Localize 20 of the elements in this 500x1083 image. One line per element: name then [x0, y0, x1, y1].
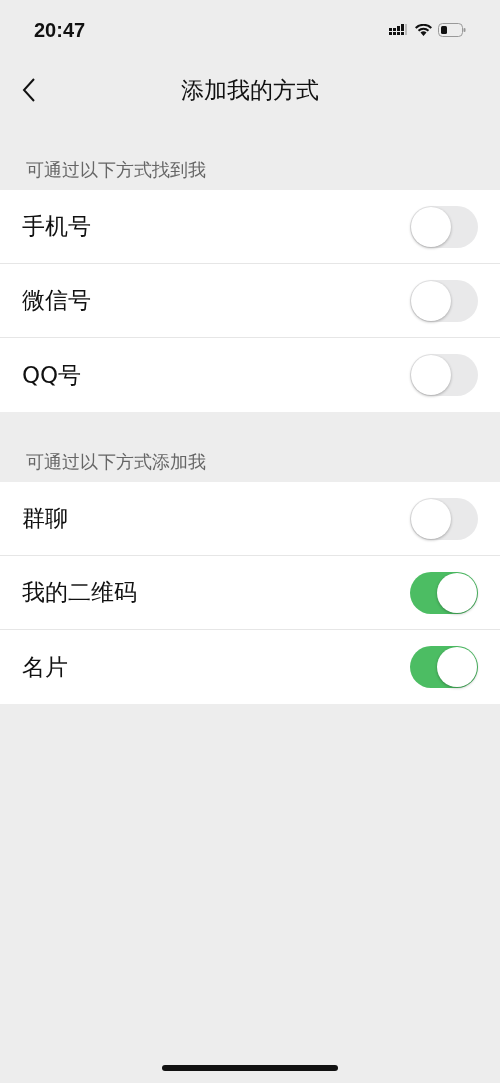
battery-icon: [438, 23, 466, 37]
status-time: 20:47: [34, 18, 86, 42]
toggle-switch[interactable]: [410, 279, 478, 322]
signal-icon: [389, 24, 409, 36]
toggle-switch[interactable]: [410, 205, 478, 248]
section-header: 可通过以下方式添加我: [26, 450, 206, 474]
setting-label: QQ号: [22, 360, 82, 390]
section-header: 可通过以下方式找到我: [26, 158, 206, 182]
page-title: 添加我的方式: [181, 75, 319, 105]
back-icon[interactable]: [22, 77, 36, 103]
setting-label: 手机号: [22, 212, 91, 241]
setting-label: 群聊: [22, 504, 68, 533]
setting-label: 我的二维码: [22, 578, 137, 607]
toggle-switch[interactable]: [410, 571, 478, 614]
toggle-switch[interactable]: [410, 354, 478, 396]
toggle-switch[interactable]: [410, 497, 478, 540]
wifi-icon: [415, 24, 432, 36]
toggle-switch[interactable]: [410, 646, 478, 688]
setting-label: 微信号: [22, 286, 91, 315]
setting-label: 名片: [22, 652, 68, 682]
